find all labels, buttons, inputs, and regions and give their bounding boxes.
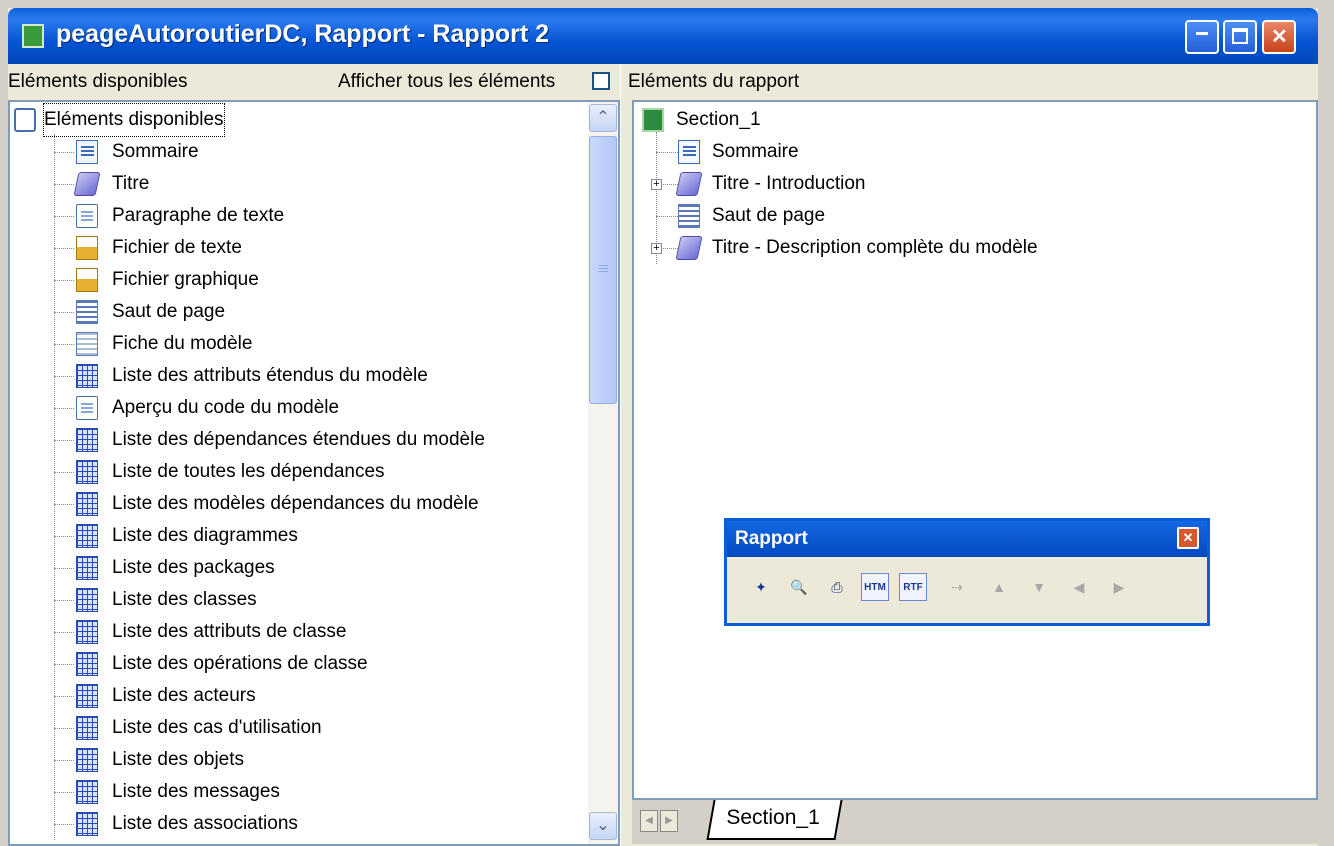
list-grid-icon — [76, 556, 98, 580]
list-grid-icon — [76, 620, 98, 644]
title-bar[interactable]: peageAutoroutierDC, Rapport - Rapport 2 … — [8, 8, 1318, 64]
section-icon — [642, 108, 664, 132]
report-window: peageAutoroutierDC, Rapport - Rapport 2 … — [8, 8, 1318, 846]
print-preview-icon[interactable]: 🔍 — [785, 573, 813, 601]
close-icon[interactable]: ✕ — [1177, 527, 1199, 549]
move-up-icon[interactable]: ▲ — [985, 573, 1013, 601]
list-grid-icon — [76, 460, 98, 484]
list-grid-icon — [76, 812, 98, 836]
page-break-icon — [76, 300, 98, 324]
tab-next-button[interactable]: ▶ — [660, 810, 678, 832]
app-icon — [22, 24, 44, 48]
move-left-icon[interactable]: ◀ — [1065, 573, 1093, 601]
right-panel-header: Eléments du rapport — [628, 64, 1318, 100]
page-break-icon — [678, 204, 700, 228]
tree-icon[interactable]: ⇢ — [943, 573, 971, 601]
vertical-scrollbar[interactable]: ⌃ ⌄ — [588, 102, 618, 844]
generate-rtf-icon[interactable]: RTF — [899, 573, 927, 601]
minimize-button[interactable] — [1185, 20, 1219, 54]
print-icon[interactable]: ⎙ — [823, 573, 851, 601]
document-icon — [76, 396, 98, 420]
window-title: peageAutoroutierDC, Rapport - Rapport 2 — [56, 20, 550, 48]
move-right-icon[interactable]: ▶ — [1105, 573, 1133, 601]
list-grid-icon — [76, 492, 98, 516]
tab-prev-button[interactable]: ◀ — [640, 810, 658, 832]
available-elements-heading: Eléments disponibles — [8, 71, 188, 92]
title-icon — [675, 236, 703, 260]
rapport-toolbar: Rapport ✕ ✦ 🔍 ⎙ HTM RTF ⇢ ▲ ▼ ◀ ▶ — [724, 518, 1210, 626]
close-button[interactable]: ✕ — [1262, 20, 1296, 54]
move-down-icon[interactable]: ▼ — [1025, 573, 1053, 601]
scroll-up-button[interactable]: ⌃ — [589, 104, 617, 132]
model-card-icon — [76, 332, 98, 356]
list-grid-icon — [76, 748, 98, 772]
list-grid-icon — [76, 588, 98, 612]
expand-icon[interactable]: + — [651, 179, 662, 190]
title-icon — [73, 172, 101, 196]
text-file-icon — [76, 236, 98, 260]
list-grid-icon — [76, 716, 98, 740]
expand-icon[interactable]: + — [651, 243, 662, 254]
show-all-label: Afficher tous les éléments — [338, 71, 556, 92]
left-panel-header: Eléments disponibles Afficher tous les é… — [8, 64, 620, 100]
list-grid-icon — [76, 652, 98, 676]
tab-section-1[interactable]: Section_1 — [706, 800, 843, 840]
scroll-thumb[interactable] — [589, 136, 617, 404]
available-elements-tree: Eléments disponibles Sommaire Titre Paragr… — [8, 100, 620, 846]
wizard-icon[interactable]: ✦ — [747, 573, 775, 601]
document-icon — [76, 204, 98, 228]
section-tab-bar: ◀ ▶ Section_1 — [632, 800, 1318, 844]
title-icon — [675, 172, 703, 196]
list-grid-icon — [76, 780, 98, 804]
scroll-down-button[interactable]: ⌄ — [589, 812, 617, 840]
report-elements-tree: Section_1 Sommaire + Titre - Introduction S… — [632, 100, 1318, 800]
maximize-button[interactable] — [1223, 20, 1257, 54]
close-icon: ✕ — [1271, 26, 1288, 48]
summary-icon — [678, 140, 700, 164]
rapport-toolbar-title[interactable]: Rapport — [727, 521, 1207, 557]
show-all-checkbox[interactable] — [592, 72, 610, 90]
panel-splitter[interactable] — [620, 64, 629, 846]
book-icon — [14, 108, 36, 132]
generate-html-icon[interactable]: HTM — [861, 573, 889, 601]
summary-icon — [76, 140, 98, 164]
list-grid-icon — [76, 428, 98, 452]
list-grid-icon — [76, 684, 98, 708]
list-grid-icon — [76, 524, 98, 548]
report-elements-heading: Eléments du rapport — [628, 71, 800, 92]
list-grid-icon — [76, 364, 98, 388]
graphic-file-icon — [76, 268, 98, 292]
